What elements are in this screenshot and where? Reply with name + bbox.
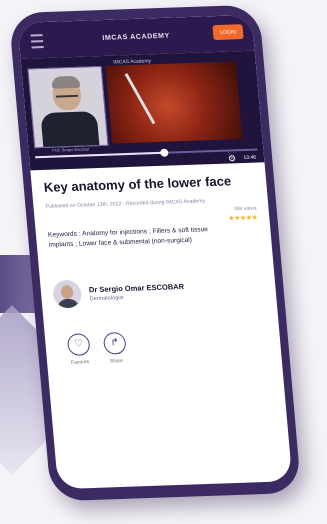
speaker-body — [40, 111, 100, 147]
article-title: Key anatomy of the lower face — [43, 173, 232, 195]
expert-info: Dr Sergio Omar ESCOBAR Dermatologist — [89, 281, 186, 301]
phone-mockup: IMCAS ACADEMY LOGIN IMCAS Academy Prof. … — [8, 4, 302, 502]
avatar[interactable] — [52, 279, 83, 309]
avatar-face — [60, 284, 74, 300]
surgical-tool — [124, 73, 156, 125]
favorite-button[interactable]: ♡ Favorite — [66, 333, 92, 366]
video-progress-knob[interactable] — [159, 148, 169, 157]
keywords: Keywords : Anatomy for injections ; Fill… — [47, 226, 209, 249]
gear-icon[interactable]: ⚙ — [228, 153, 237, 163]
expert-role: Dermatologist — [89, 294, 124, 302]
action-bar: ♡ Favorite ↱ Share — [57, 327, 270, 366]
share-label: Share — [109, 358, 124, 365]
speaker-caption: Prof. Sergio Escobar — [51, 146, 90, 153]
speaker-video — [27, 66, 109, 149]
heart-icon[interactable]: ♡ — [66, 333, 91, 356]
surgery-footage — [105, 61, 243, 144]
phone-screen: IMCAS ACADEMY LOGIN IMCAS Academy Prof. … — [17, 14, 293, 490]
menu-icon[interactable] — [30, 34, 44, 49]
expert-card[interactable]: Dr Sergio Omar ESCOBAR Dermatologist — [52, 273, 265, 309]
view-count: 384 views — [233, 205, 257, 213]
star-rating: ★★★★★ — [228, 214, 258, 223]
video-progress-fill — [35, 151, 165, 159]
article-content: Key anatomy of the lower face Published … — [30, 162, 281, 366]
share-button[interactable]: ↱ Share — [102, 331, 128, 365]
favorite-label: Favorite — [70, 359, 90, 366]
share-icon[interactable]: ↱ — [102, 331, 127, 355]
speaker-glasses — [55, 89, 79, 98]
video-player[interactable]: IMCAS Academy Prof. Sergio Escobar ⚙ 13:… — [20, 50, 265, 171]
speaker-hair — [51, 75, 81, 89]
brand-logo[interactable]: IMCAS ACADEMY — [102, 32, 170, 41]
expert-name[interactable]: Dr Sergio Omar ESCOBAR — [89, 281, 185, 293]
avatar-body — [56, 298, 80, 309]
login-button[interactable]: LOGIN — [212, 24, 244, 41]
video-duration: 13:46 — [243, 154, 257, 161]
